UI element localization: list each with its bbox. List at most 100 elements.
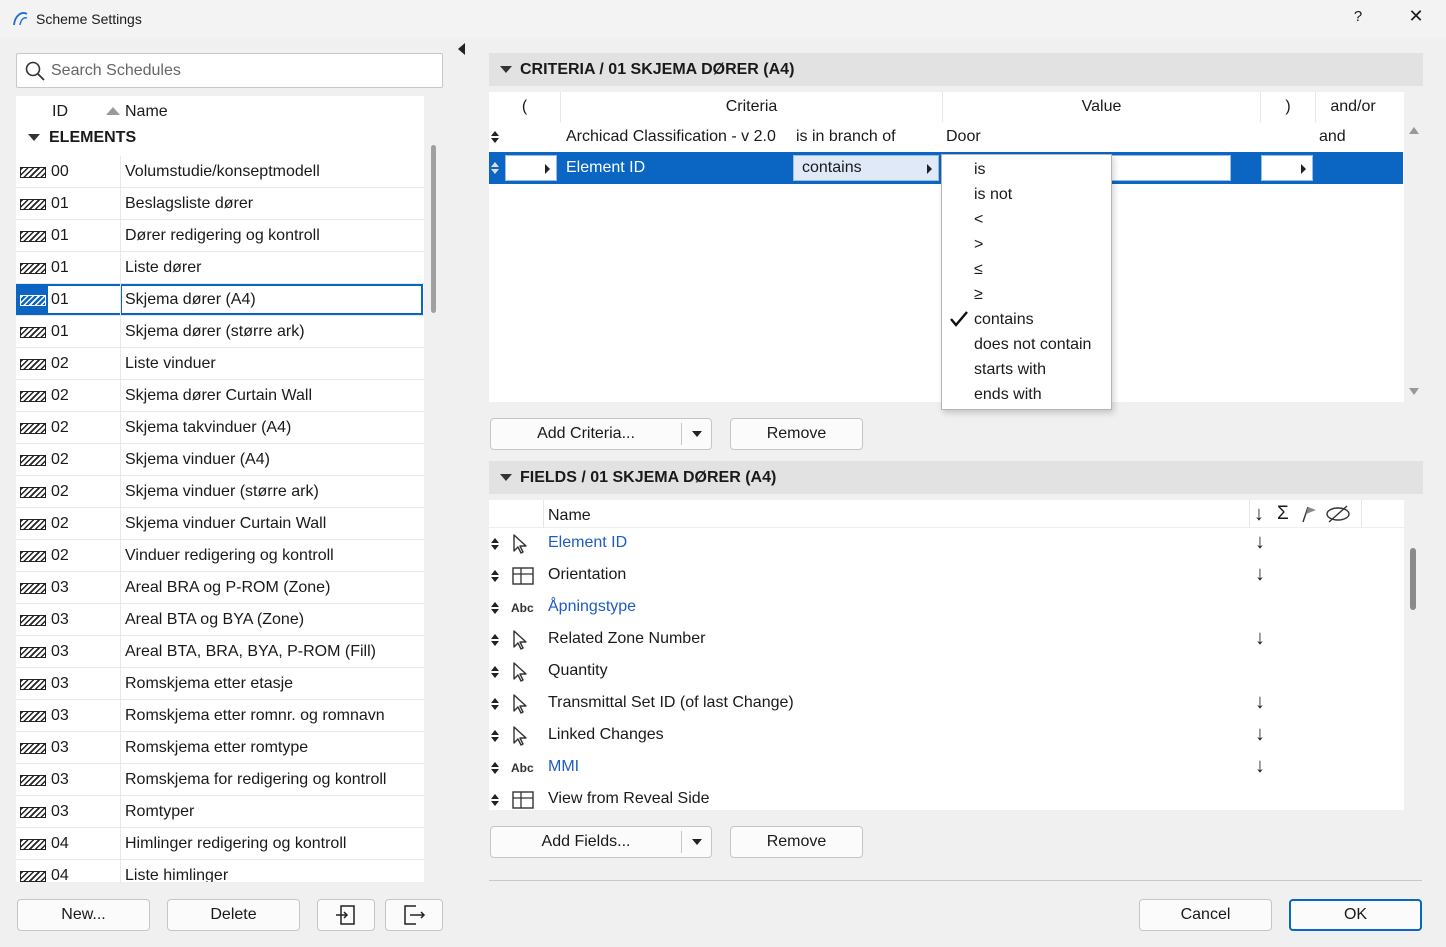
criteria-row-1[interactable]: Archicad Classification - v 2.0 is in br… [489,122,1403,152]
schedule-row[interactable]: 03 Romskjema etter etasje [16,668,424,700]
schedule-row[interactable]: 02 Skjema takvinduer (A4) [16,412,424,444]
search-box[interactable] [16,53,443,88]
schedule-row[interactable]: 03 Areal BTA og BYA (Zone) [16,604,424,636]
dropdown-option[interactable]: > [942,232,1111,257]
dropdown-option[interactable]: contains [942,307,1111,332]
schedule-id: 03 [51,739,69,756]
help-button[interactable]: ? [1346,8,1370,32]
schedule-id: 02 [51,419,69,436]
criteria-section-title: CRITERIA / 01 SKJEMA DØRER (A4) [520,61,795,78]
scroll-up-icon[interactable] [1409,127,1419,134]
dropdown-option[interactable]: ≥ [942,282,1111,307]
sum-icon[interactable]: Σ [1277,503,1289,525]
schedule-icon [20,167,46,178]
schedule-row[interactable]: 03 Romtyper [16,796,424,828]
schedule-row[interactable]: 04 Liste himlinger [16,860,424,882]
dropdown-option[interactable]: does not contain [942,332,1111,357]
flag-icon[interactable] [1300,505,1318,523]
new-button[interactable]: New... [17,899,150,931]
schedule-row[interactable]: 03 Romskjema for redigering og kontroll [16,764,424,796]
sort-down-icon[interactable]: ↓ [1255,724,1265,744]
sort-down-icon[interactable]: ↓ [1255,692,1265,712]
criteria-section-header[interactable]: CRITERIA / 01 SKJEMA DØRER (A4) [489,53,1423,86]
group-elements[interactable]: ELEMENTS [16,124,424,152]
schedule-row[interactable]: 02 Skjema vinduer Curtain Wall [16,508,424,540]
schedule-row[interactable]: 00 Volumstudie/konseptmodell [16,156,424,188]
remove-criteria-button[interactable]: Remove [730,418,863,450]
operator-select[interactable]: contains [793,155,939,181]
schedule-row[interactable]: 03 Areal BRA og P-ROM (Zone) [16,572,424,604]
schedule-name: Liste himlinger [125,867,229,882]
close-paren-select[interactable] [1261,155,1313,181]
column-header-id[interactable]: ID [52,103,68,121]
column-divider [120,444,121,475]
field-row[interactable]: View from Reveal Side [489,784,1404,810]
schedule-row[interactable]: 02 Vinduer redigering og kontroll [16,540,424,572]
pointer-icon [511,726,533,746]
field-name: Linked Changes [548,726,664,743]
dropdown-arrow-icon[interactable] [692,839,702,845]
schedule-row[interactable]: 01 Skjema dører (større ark) [16,316,424,348]
schedule-row[interactable]: 03 Areal BTA, BRA, BYA, P-ROM (Fill) [16,636,424,668]
list-scrollbar[interactable] [431,145,436,313]
field-name: Quantity [548,662,608,679]
sort-down-icon[interactable]: ↓ [1254,503,1264,526]
field-row[interactable]: Abc Åpningstype [489,592,1404,624]
export-icon [404,905,426,925]
delete-button[interactable]: Delete [167,899,300,931]
remove-fields-button[interactable]: Remove [730,826,863,858]
schedule-row[interactable]: 03 Romskjema etter romtype [16,732,424,764]
criteria-value[interactable]: Door [946,128,981,146]
close-button[interactable]: ✕ [1404,6,1428,30]
fields-scrollbar[interactable] [1410,548,1416,610]
dropdown-option[interactable]: ends with [942,382,1111,407]
hidden-icon[interactable] [1325,505,1351,523]
schedule-row[interactable]: 01 Liste dører [16,252,424,284]
dropdown-option[interactable]: is not [942,182,1111,207]
schedule-row[interactable]: 01 Skjema dører (A4) [16,284,424,316]
sort-down-icon[interactable]: ↓ [1255,628,1265,648]
import-button[interactable] [317,899,375,931]
field-row[interactable]: Orientation ↓ [489,560,1404,592]
open-paren-select[interactable] [505,155,557,181]
search-input[interactable] [51,54,431,87]
field-row[interactable]: Element ID ↓ [489,528,1404,560]
schedule-row[interactable]: 01 Dører redigering og kontroll [16,220,424,252]
schedule-row[interactable]: 02 Skjema vinduer (større ark) [16,476,424,508]
schedule-row[interactable]: 02 Skjema vinduer (A4) [16,444,424,476]
dropdown-option[interactable]: ≤ [942,257,1111,282]
dropdown-option[interactable]: starts with [942,357,1111,382]
field-row[interactable]: Linked Changes ↓ [489,720,1404,752]
schedule-row[interactable]: 02 Skjema dører Curtain Wall [16,380,424,412]
schedule-row[interactable]: 04 Himlinger redigering og kontroll [16,828,424,860]
schedule-name: Skjema vinduer (større ark) [125,483,319,500]
schedule-row[interactable]: 02 Liste vinduer [16,348,424,380]
field-row[interactable]: Related Zone Number ↓ [489,624,1404,656]
group-label: ELEMENTS [49,129,137,146]
sort-down-icon[interactable]: ↓ [1255,756,1265,776]
fields-section-header[interactable]: FIELDS / 01 SKJEMA DØRER (A4) [489,461,1423,494]
sort-down-icon[interactable]: ↓ [1255,564,1265,584]
dropdown-arrow-icon[interactable] [692,431,702,437]
criteria-operator[interactable]: is in branch of [796,128,896,146]
column-divider [120,540,121,571]
dropdown-option[interactable]: is [942,157,1111,182]
schedule-id: 02 [51,547,69,564]
collapse-panel-icon[interactable] [458,43,465,55]
dropdown-option[interactable]: < [942,207,1111,232]
sort-down-icon[interactable]: ↓ [1255,532,1265,552]
scroll-down-icon[interactable] [1409,388,1419,395]
cancel-button[interactable]: Cancel [1139,899,1272,931]
column-header-name[interactable]: Name [125,103,168,121]
field-row[interactable]: Abc MMI ↓ [489,752,1404,784]
schedule-row[interactable]: 01 Beslagsliste dører [16,188,424,220]
add-criteria-button[interactable]: Add Criteria... [490,418,712,450]
add-fields-button[interactable]: Add Fields... [490,826,712,858]
export-button[interactable] [385,899,443,931]
field-row[interactable]: Transmittal Set ID (of last Change) ↓ [489,688,1404,720]
ok-button[interactable]: OK [1289,899,1422,931]
criteria-andor[interactable]: and [1319,128,1346,146]
field-row[interactable]: Quantity [489,656,1404,688]
schedule-row[interactable]: 03 Romskjema etter romnr. og romnavn [16,700,424,732]
operator-value: contains [802,159,862,176]
